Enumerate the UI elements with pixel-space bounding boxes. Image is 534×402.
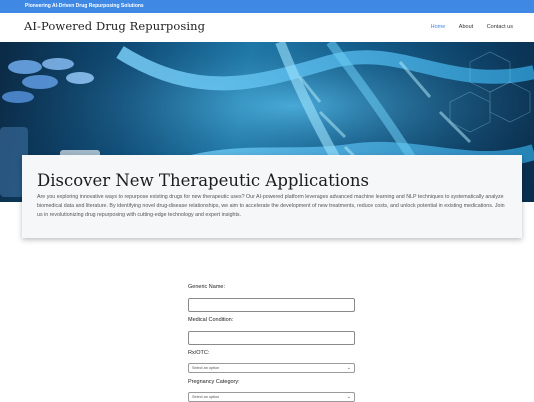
pregnancy-category-label: Pregnancy Category:: [188, 379, 240, 385]
rx-otc-selected: Select an option: [192, 366, 220, 370]
generic-name-label: Generic Name:: [188, 284, 225, 290]
page-title: Discover New Therapeutic Applications: [37, 171, 370, 190]
chevron-down-icon: ⌄: [346, 394, 351, 400]
nav-links: Home About Contact us: [419, 24, 513, 30]
intro-card: Discover New Therapeutic Applications Ar…: [22, 155, 522, 238]
rx-otc-label: Rx/OTC:: [188, 350, 210, 356]
medical-condition-input[interactable]: [188, 331, 355, 345]
announcement-text: Pioneering AI-Driven Drug Repurposing So…: [25, 3, 144, 9]
rx-otc-select[interactable]: Select an option ⌄: [188, 363, 355, 373]
brand-logo-text[interactable]: AI-Powered Drug Repurposing: [24, 19, 205, 33]
navbar: AI-Powered Drug Repurposing Home About C…: [0, 13, 534, 42]
chevron-down-icon: ⌄: [346, 365, 351, 371]
nav-link-contact[interactable]: Contact us: [487, 24, 513, 30]
intro-description: Are you exploring innovative ways to rep…: [37, 194, 505, 219]
generic-name-input[interactable]: [188, 298, 355, 312]
pregnancy-category-select[interactable]: Select an option ⌄: [188, 392, 355, 402]
announcement-bar: Pioneering AI-Driven Drug Repurposing So…: [0, 0, 534, 13]
nav-link-about[interactable]: About: [459, 24, 473, 30]
pregnancy-category-selected: Select an option: [192, 395, 220, 399]
medical-condition-label: Medical Condition:: [188, 317, 234, 323]
nav-link-home[interactable]: Home: [431, 24, 446, 30]
